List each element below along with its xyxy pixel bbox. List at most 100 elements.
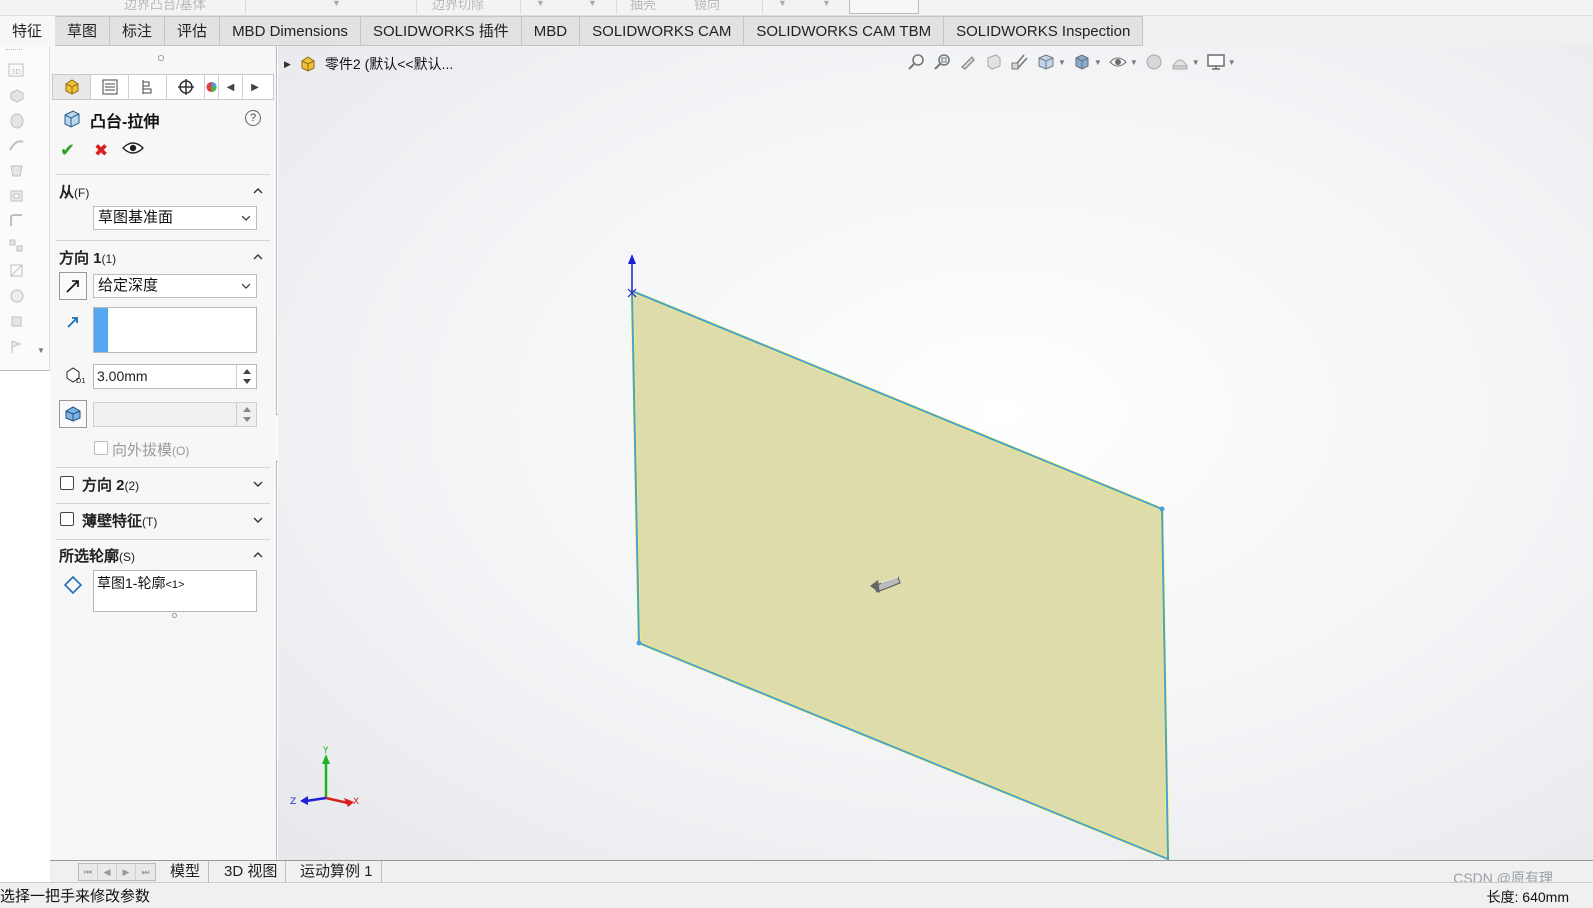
graphics-area[interactable]: ▶ 零件2 (默认<<默认... ▼ ▼ ▼ ▼ ▼ Y X Z [278,46,1593,860]
mirror-button[interactable]: 镜向 [694,0,720,13]
thin-feature-section-header[interactable]: 薄壁特征(T) [82,510,157,531]
end-condition-select[interactable]: 给定深度 [93,274,257,298]
instant3d-icon[interactable]: 3D [8,62,25,79]
from-section-header[interactable]: 从(F) [59,181,89,202]
sketch-profile-face[interactable] [630,288,1170,860]
spin-up-icon[interactable] [243,369,251,374]
chevron-down-icon[interactable]: ▼ [37,346,45,355]
direction-vector-field[interactable] [93,307,257,353]
corner-handle[interactable] [636,640,642,646]
tab-sketch[interactable]: 草图 [55,16,111,46]
panel-grip[interactable] [158,55,164,61]
svg-text:D1: D1 [76,377,85,385]
list-resize-grip[interactable] [172,613,177,618]
section-shortcut: (2) [124,479,140,493]
ribbon-separator [616,0,617,14]
depth-stepper[interactable] [236,365,256,388]
lofted-boss-icon[interactable] [8,162,25,179]
tabs-scroll-left-button[interactable]: ◀ [219,75,243,99]
tab-evaluate[interactable]: 评估 [165,16,221,46]
chevron-up-icon[interactable] [253,186,263,196]
help-icon[interactable]: ? [245,110,261,126]
next-tab-icon[interactable]: ▶ [117,864,136,880]
last-tab-icon[interactable]: ⏭ [136,864,155,880]
feature-toolbar-vertical: 3D ▼ [0,46,50,371]
first-tab-icon[interactable]: ⏮ [79,864,98,880]
wrap-icon[interactable] [8,287,25,304]
status-message: 选择一把手来修改参数 [0,888,151,905]
selected-contours-list[interactable]: 草图1-轮廓<1> [93,570,257,612]
solidworks-window: 边界凸台/基体 ▼ 边界切除 ▼ ▼ 抽壳 镜向 ▼ ▼ 特征 草图 标注 评估… [0,0,1593,908]
chevron-up-icon[interactable] [253,252,263,262]
tab-motion-study-1[interactable]: 运动算例 1 [292,861,382,883]
cancel-button[interactable]: ✖ [94,141,108,161]
boundary-boss-button[interactable]: 边界凸台/基体 [124,0,206,13]
section-divider [56,174,270,175]
tabs-scroll-right-button[interactable]: ▶ [243,75,267,99]
tab-model[interactable]: 模型 [162,861,210,883]
tab-configurationmanager[interactable] [129,75,167,99]
chevron-down-icon[interactable]: ▼ [332,0,341,8]
draft-outward-label: 向外拔模(O) [112,439,189,460]
tab-displaymanager[interactable] [205,75,219,99]
tab-mbd-dimensions[interactable]: MBD Dimensions [220,16,361,46]
corner-handle[interactable] [1159,506,1165,512]
spin-down-icon[interactable] [243,379,251,384]
extrude-feature-icon [64,110,80,128]
depth-dimension-icon: D1 [66,367,85,385]
preview-eye-icon[interactable] [122,141,144,155]
direction2-checkbox[interactable] [60,476,74,490]
reference-geometry-icon[interactable] [8,338,25,355]
tab-solidworks-cam-tbm[interactable]: SOLIDWORKS CAM TBM [744,16,945,46]
rib-icon[interactable] [8,262,25,279]
section-divider [56,503,270,504]
tab-mbd[interactable]: MBD [521,16,581,46]
status-bar: 选择一把手来修改参数 长度: 640mm [0,882,1593,908]
direction2-section-header[interactable]: 方向 2(2) [82,474,139,495]
tab-solidworks-inspection[interactable]: SOLIDWORKS Inspection [944,16,1144,46]
property-manager: ◀ ▶ 凸台-拉伸 ? ✔ ✖ 从(F) 草图基准面 方向 1(1) 给定深度 [50,46,277,862]
chevron-down-icon[interactable] [253,515,263,525]
chevron-up-icon[interactable] [253,550,263,560]
tab-dimxpertmanager[interactable] [167,75,205,99]
thin-feature-checkbox[interactable] [60,512,74,526]
linear-pattern-icon[interactable] [8,237,25,254]
tab-markup[interactable]: 标注 [110,16,166,46]
chevron-down-icon[interactable]: ▼ [822,0,831,8]
extruded-cut-icon[interactable] [8,187,25,204]
tab-3d-views[interactable]: 3D 视图 [216,861,287,883]
list-item[interactable]: 草图1-轮廓<1> [97,573,184,593]
chevron-down-icon[interactable]: ▼ [778,0,787,8]
tab-propertymanager[interactable] [91,75,129,99]
chevron-down-icon[interactable] [253,479,263,489]
ok-button[interactable]: ✔ [60,140,75,161]
intersect-icon[interactable] [8,312,25,329]
swept-boss-icon[interactable] [8,137,25,154]
ribbon-box[interactable] [849,0,919,14]
reverse-direction-button[interactable] [59,272,87,300]
extrude-direction-arrowhead[interactable] [628,254,636,264]
depth-input[interactable]: 3.00mm [93,364,257,389]
fillet-icon[interactable] [8,212,25,229]
tab-solidworks-addins[interactable]: SOLIDWORKS 插件 [360,16,522,46]
chevron-down-icon[interactable]: ▼ [536,0,545,8]
start-condition-select[interactable]: 草图基准面 [93,206,257,230]
chevron-down-icon [242,215,250,221]
direction1-section-header[interactable]: 方向 1(1) [59,247,116,268]
draft-toggle-button[interactable] [59,400,87,428]
extruded-boss-icon[interactable] [8,87,25,104]
ribbon-item-label: 镜向 [694,0,721,12]
spin-up-icon [243,407,251,412]
revolved-boss-icon[interactable] [8,112,25,129]
selected-contours-section-header[interactable]: 所选轮廓(S) [59,545,135,566]
prev-tab-icon[interactable]: ◀ [98,864,117,880]
chevron-down-icon[interactable]: ▼ [588,0,597,8]
tab-features[interactable]: 特征 [0,16,56,46]
boundary-cut-button[interactable]: 边界切除 [432,0,484,13]
triad-x-label: X [353,797,359,807]
shell-button[interactable]: 抽壳 [630,0,656,13]
tab-featuremanager[interactable] [53,75,91,99]
triad-z-arrowhead [300,796,308,805]
ribbon-item-label: 抽壳 [630,0,657,12]
tab-solidworks-cam[interactable]: SOLIDWORKS CAM [580,16,745,46]
